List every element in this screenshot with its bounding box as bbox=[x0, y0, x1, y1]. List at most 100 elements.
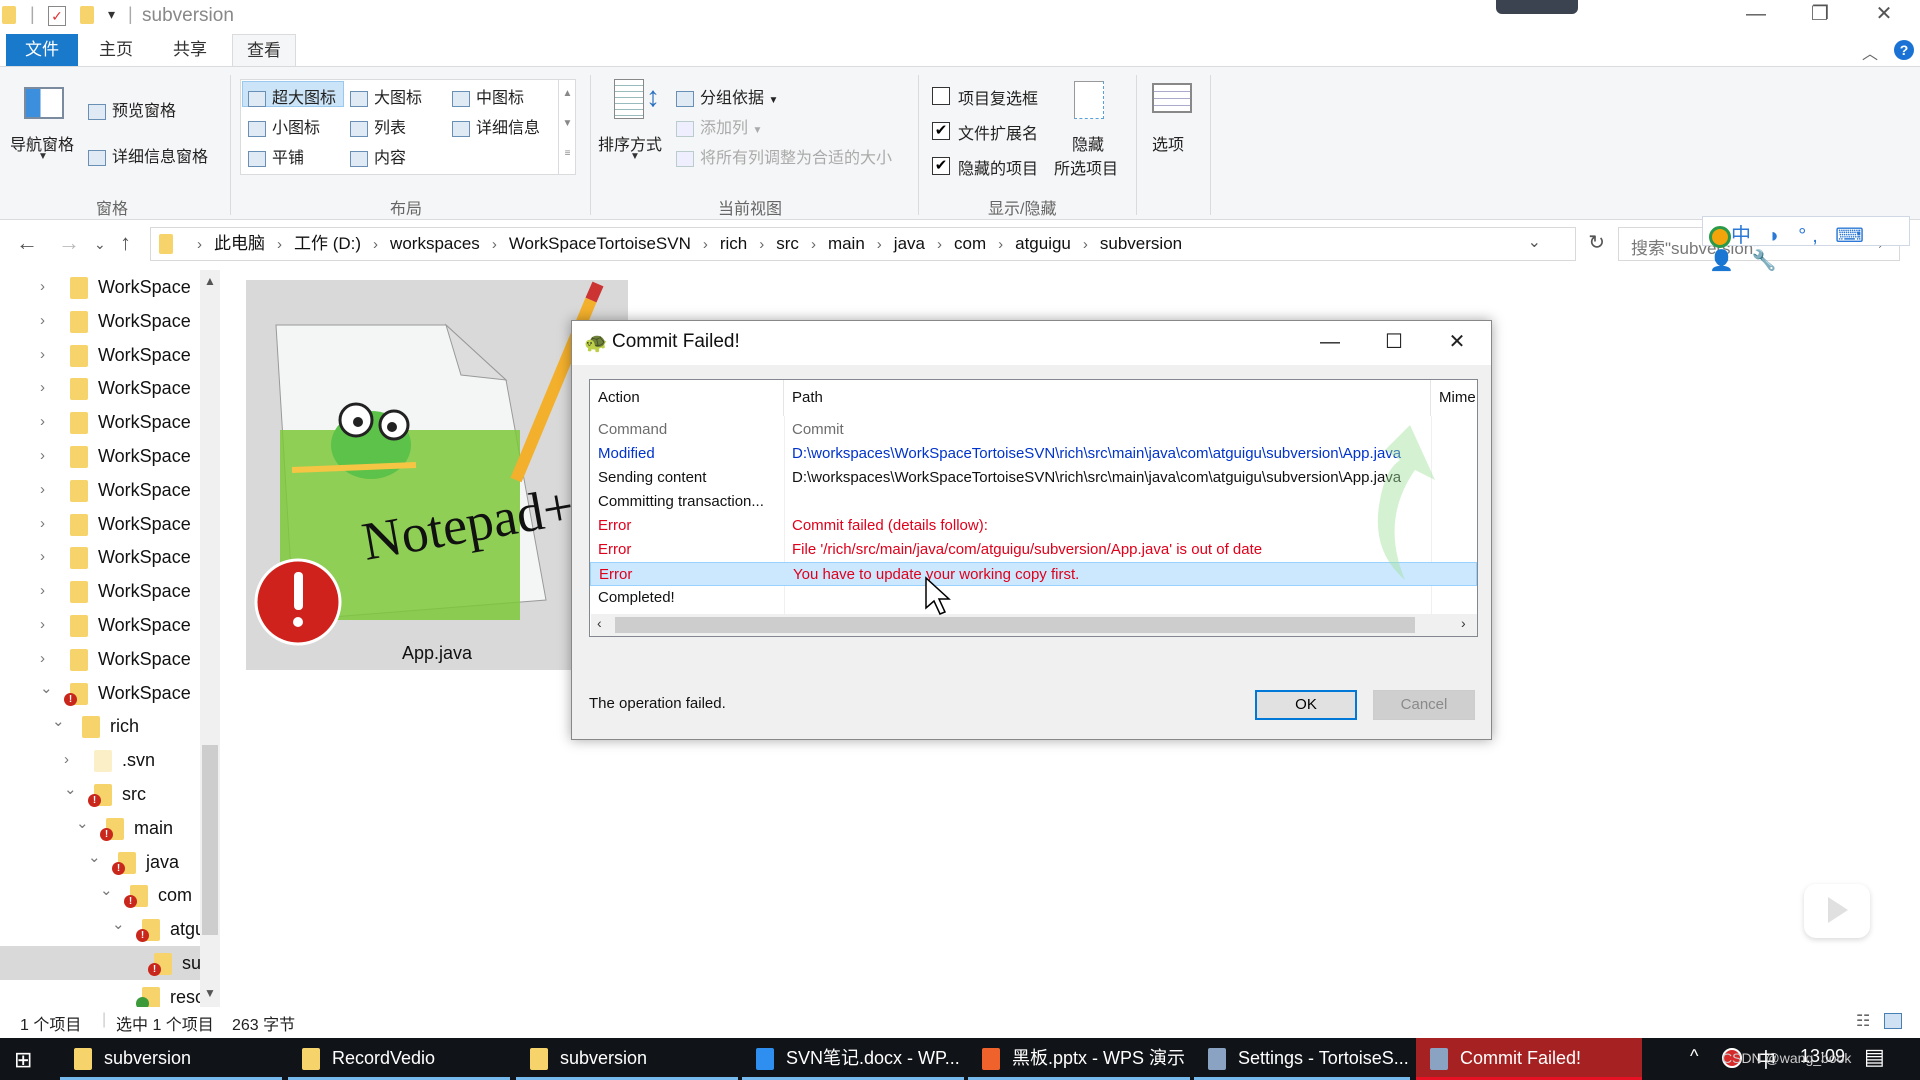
column-header-mime[interactable]: Mime bbox=[1431, 380, 1477, 416]
layout-extra-large-icons[interactable]: 超大图标 bbox=[248, 84, 336, 108]
collapse-ribbon-icon[interactable]: ︿ bbox=[1862, 40, 1878, 64]
commit-log-list[interactable]: Action Path Mime Command Commit Modified D:… bbox=[589, 379, 1478, 637]
breadcrumb-separator-icon[interactable]: › bbox=[492, 236, 497, 253]
breadcrumb-separator-icon[interactable]: › bbox=[998, 236, 1003, 253]
breadcrumb-separator-icon[interactable]: › bbox=[197, 236, 202, 253]
details-view-icon[interactable]: ☷ bbox=[1856, 1011, 1870, 1031]
breadcrumb-item[interactable]: 工作 (D:) bbox=[294, 228, 361, 260]
layout-details[interactable]: 详细信息 bbox=[452, 114, 540, 138]
breadcrumb-item[interactable]: subversion bbox=[1100, 228, 1182, 260]
tree-item[interactable]: › WorkSpace bbox=[0, 608, 220, 642]
breadcrumb-item[interactable]: atguigu bbox=[1015, 228, 1071, 260]
tree-scrollbar-thumb[interactable] bbox=[202, 745, 218, 935]
tree-item[interactable]: › WorkSpace bbox=[0, 574, 220, 608]
dialog-minimize-button[interactable]: — bbox=[1305, 325, 1355, 359]
help-icon[interactable]: ? bbox=[1894, 40, 1914, 60]
large-icons-view-icon[interactable] bbox=[1884, 1013, 1902, 1029]
tab-file[interactable]: 文件 bbox=[6, 34, 78, 66]
chevron-down-icon[interactable]: ⌄ bbox=[88, 845, 101, 875]
column-header-action[interactable]: Action bbox=[590, 380, 784, 416]
recording-widget[interactable] bbox=[1496, 0, 1578, 14]
tree-item[interactable]: ⌄! WorkSpace bbox=[0, 676, 220, 710]
breadcrumb-separator-icon[interactable]: › bbox=[373, 236, 378, 253]
back-button[interactable]: ← bbox=[16, 230, 38, 256]
breadcrumb-separator-icon[interactable]: › bbox=[811, 236, 816, 253]
scroll-up-icon[interactable]: ▲ bbox=[204, 274, 216, 288]
chevron-right-icon[interactable]: › bbox=[40, 608, 45, 642]
layout-large-icons[interactable]: 大图标 bbox=[350, 84, 422, 108]
tree-item[interactable]: › WorkSpace bbox=[0, 473, 220, 507]
group-by-button[interactable]: 分组依据 ▼ bbox=[676, 84, 778, 108]
breadcrumb-item[interactable]: workspaces bbox=[390, 228, 480, 260]
tree-item[interactable]: › WorkSpace bbox=[0, 507, 220, 541]
layout-gallery-scroll[interactable]: ▲ ▼ ≡ bbox=[558, 79, 576, 175]
tree-item[interactable]: › WorkSpace bbox=[0, 270, 220, 304]
scroll-down-icon[interactable]: ▼ bbox=[204, 986, 216, 1000]
tab-home[interactable]: 主页 bbox=[84, 34, 148, 66]
chevron-down-icon[interactable]: ⌄ bbox=[100, 878, 113, 908]
tree-item[interactable]: › WorkSpace bbox=[0, 439, 220, 473]
tree-item[interactable]: ⌄! src bbox=[0, 777, 220, 811]
layout-medium-icons[interactable]: 中图标 bbox=[452, 84, 524, 108]
breadcrumb-item[interactable]: com bbox=[954, 228, 986, 260]
details-pane-button[interactable]: 详细信息窗格 bbox=[88, 143, 208, 167]
breadcrumb-item[interactable]: java bbox=[894, 228, 925, 260]
forward-button[interactable]: → bbox=[58, 230, 80, 256]
breadcrumb-separator-icon[interactable]: › bbox=[937, 236, 942, 253]
chevron-right-icon[interactable]: › bbox=[40, 371, 45, 405]
taskbar-item[interactable]: SVN笔记.docx - WP... bbox=[742, 1038, 964, 1080]
hide-selected-line2[interactable]: 所选项目 bbox=[1054, 155, 1118, 179]
file-extensions-checkbox[interactable]: ✔ bbox=[932, 122, 950, 140]
taskbar-item[interactable]: subversion bbox=[60, 1038, 282, 1080]
chevron-right-icon[interactable]: › bbox=[40, 473, 45, 507]
restore-button[interactable]: ❐ bbox=[1790, 0, 1850, 30]
ok-button[interactable]: OK bbox=[1255, 690, 1357, 720]
chevron-right-icon[interactable]: › bbox=[40, 439, 45, 473]
chevron-right-icon[interactable]: › bbox=[40, 574, 45, 608]
start-button[interactable]: ⊞ bbox=[14, 1047, 32, 1073]
notification-center-icon[interactable]: ▤ bbox=[1864, 1044, 1885, 1070]
chevron-right-icon[interactable]: › bbox=[40, 304, 45, 338]
taskbar-item[interactable]: Commit Failed! bbox=[1416, 1038, 1642, 1080]
chevron-down-icon[interactable]: ⌄ bbox=[40, 676, 53, 706]
layout-small-icons[interactable]: 小图标 bbox=[248, 114, 320, 138]
horizontal-scrollbar[interactable]: ‹ › bbox=[591, 614, 1477, 636]
refresh-icon[interactable]: ↻ bbox=[1588, 230, 1605, 255]
new-folder-icon[interactable] bbox=[80, 6, 94, 24]
up-button[interactable]: ↑ bbox=[120, 230, 131, 256]
tray-expand-icon[interactable]: ^ bbox=[1690, 1046, 1698, 1067]
tree-item[interactable]: › WorkSpace bbox=[0, 338, 220, 372]
chevron-down-icon[interactable]: ⌄ bbox=[64, 777, 77, 807]
video-play-icon[interactable] bbox=[1804, 884, 1870, 938]
customize-toolbar-icon[interactable]: ▾ bbox=[108, 6, 115, 23]
scroll-right-icon[interactable]: › bbox=[1461, 615, 1466, 631]
chevron-right-icon[interactable]: › bbox=[40, 270, 45, 304]
tree-item[interactable]: ⌄! main bbox=[0, 811, 220, 845]
ime-toolbar[interactable]: 中 ◗ °, ⌨ 👤 🔧 bbox=[1702, 216, 1910, 272]
breadcrumb-item[interactable]: src bbox=[776, 228, 799, 260]
chevron-right-icon[interactable]: › bbox=[64, 743, 69, 777]
tree-item[interactable]: ⌄! com bbox=[0, 878, 220, 912]
address-bar[interactable]: › 此电脑 › 工作 (D:) › workspaces › WorkSpaceTortois… bbox=[150, 227, 1605, 261]
breadcrumb-item[interactable]: 此电脑 bbox=[214, 228, 265, 260]
breadcrumb-separator-icon[interactable]: › bbox=[703, 236, 708, 253]
taskbar-item[interactable]: 黑板.pptx - WPS 演示 bbox=[968, 1038, 1190, 1080]
tree-item[interactable]: ⌄! java bbox=[0, 845, 220, 879]
item-checkboxes-checkbox[interactable] bbox=[932, 87, 950, 105]
tree-item[interactable]: › WorkSpace bbox=[0, 405, 220, 439]
tree-item[interactable]: › WorkSpace bbox=[0, 540, 220, 574]
cancel-button[interactable]: Cancel bbox=[1373, 690, 1475, 720]
minimize-button[interactable]: — bbox=[1726, 0, 1786, 30]
breadcrumb-separator-icon[interactable]: › bbox=[1083, 236, 1088, 253]
horizontal-scrollbar-thumb[interactable] bbox=[615, 617, 1415, 633]
layout-list[interactable]: 列表 bbox=[350, 114, 406, 138]
chevron-right-icon[interactable]: › bbox=[40, 642, 45, 676]
breadcrumb-separator-icon[interactable]: › bbox=[277, 236, 282, 253]
breadcrumb-separator-icon[interactable]: › bbox=[759, 236, 764, 253]
chevron-right-icon[interactable]: › bbox=[40, 540, 45, 574]
chevron-down-icon[interactable]: ⌄ bbox=[52, 709, 65, 739]
tree-item[interactable]: ⌄ rich bbox=[0, 709, 220, 743]
navigation-pane-icon[interactable] bbox=[24, 87, 64, 119]
size-columns-button[interactable]: 将所有列调整为合适的大小 bbox=[676, 144, 892, 168]
taskbar-item[interactable]: RecordVedio bbox=[288, 1038, 510, 1080]
